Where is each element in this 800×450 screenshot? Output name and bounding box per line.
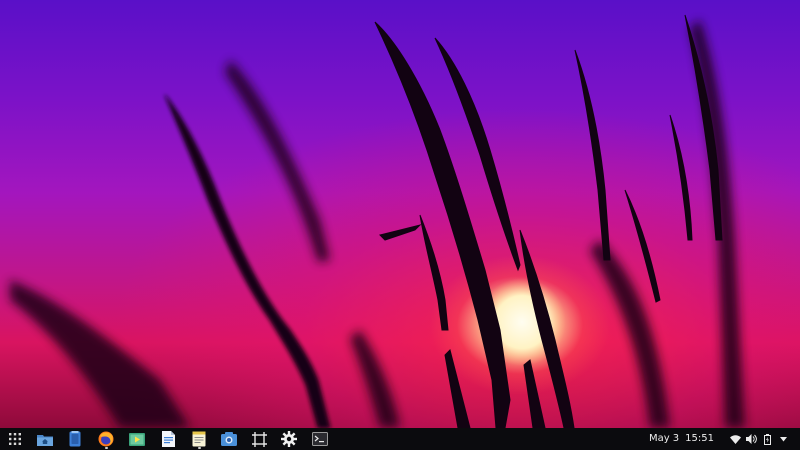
video-player-icon[interactable] [126,428,148,450]
gear-icon[interactable] [278,428,300,450]
home-folder-icon[interactable] [34,428,56,450]
battery-icon[interactable] [760,428,774,450]
camera-icon[interactable] [218,428,240,450]
chevron-down-icon[interactable] [776,428,790,450]
volume-icon[interactable] [744,428,758,450]
firefox-icon[interactable] [95,428,117,450]
text-editor-icon[interactable] [188,428,210,450]
desktop-wallpaper [0,0,800,428]
taskbar: May 3 15:51 [0,428,800,450]
wifi-icon[interactable] [728,428,742,450]
app-grid-icon[interactable] [4,428,26,450]
terminal-icon[interactable] [309,428,331,450]
capture-frame-icon[interactable] [248,428,270,450]
system-tray: May 3 15:51 [649,428,800,450]
clock-time[interactable]: 15:51 [685,428,714,450]
clock-date[interactable]: May 3 [649,428,679,450]
wheat-silhouette-image [10,14,745,428]
document-icon[interactable] [157,428,179,450]
sticky-note-icon[interactable] [64,428,86,450]
